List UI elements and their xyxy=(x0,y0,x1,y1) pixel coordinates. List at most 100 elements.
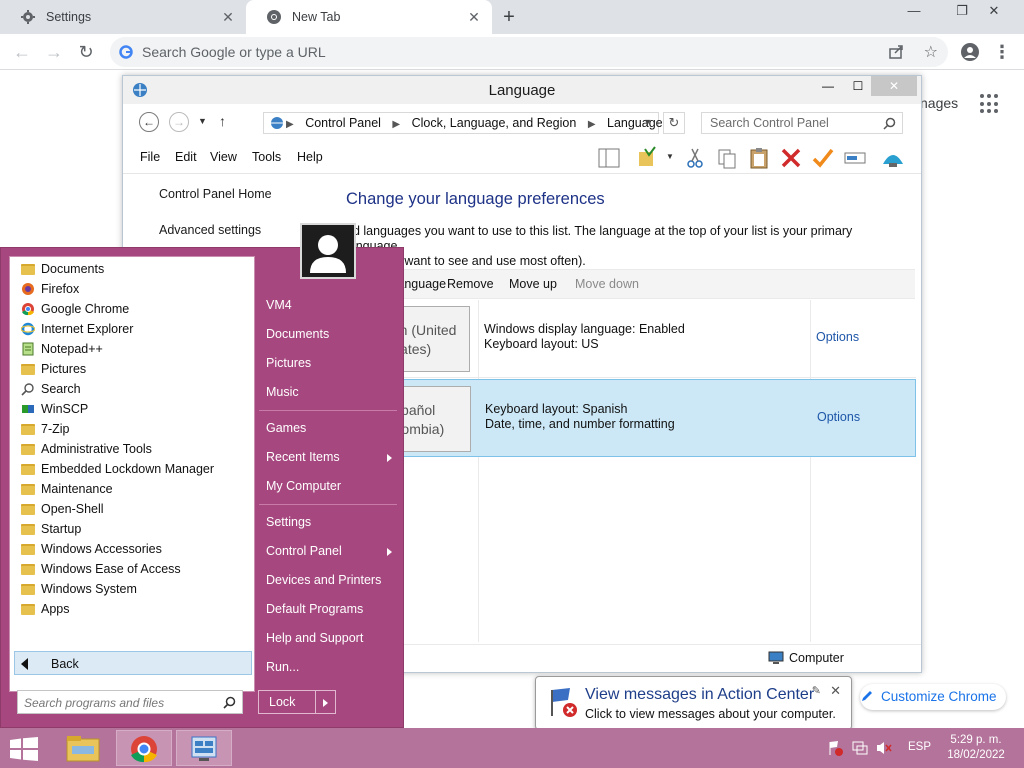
shutdown-options-arrow-icon[interactable] xyxy=(323,699,328,707)
close-tab-icon[interactable]: ✕ xyxy=(466,9,482,25)
program-item[interactable]: Internet Explorer xyxy=(20,319,133,339)
windows-start-icon[interactable] xyxy=(10,737,38,761)
program-item[interactable]: Notepad++ xyxy=(20,339,103,359)
chevron-down-icon[interactable]: ▼ xyxy=(666,152,674,161)
minimize-icon[interactable]: — xyxy=(898,0,930,22)
pin-icon[interactable]: ✎ xyxy=(812,684,821,697)
bookmark-star-icon[interactable]: ☆ xyxy=(924,42,938,62)
tab-settings[interactable]: Settings ✕ xyxy=(0,0,246,34)
menu-edit[interactable]: Edit xyxy=(175,150,197,164)
program-item[interactable]: Open-Shell xyxy=(20,499,104,519)
program-item[interactable]: Windows Accessories xyxy=(20,539,162,559)
action-center-notification[interactable]: View messages in Action Center Click to … xyxy=(535,676,852,730)
cut-icon[interactable] xyxy=(683,146,707,170)
start-item-music[interactable]: Music xyxy=(266,385,299,399)
program-item[interactable]: Apps xyxy=(20,599,70,619)
system-clock[interactable]: 5:29 p. m. 18/02/2022 xyxy=(944,733,1008,763)
tab-new-tab[interactable]: New Tab ✕ xyxy=(246,0,492,34)
program-item[interactable]: Windows Ease of Access xyxy=(20,559,181,579)
taskbar-chrome[interactable] xyxy=(116,730,172,766)
user-avatar[interactable] xyxy=(300,223,356,279)
move-up-button[interactable]: Move up xyxy=(509,277,557,291)
restore-icon[interactable]: ❐ xyxy=(946,0,978,22)
address-bar[interactable]: ▶ Control Panel ▶ Clock, Language, and R… xyxy=(263,112,663,134)
back-button[interactable]: Back xyxy=(14,651,252,675)
rename-icon[interactable] xyxy=(843,146,867,170)
share-icon[interactable] xyxy=(888,44,904,60)
options-link[interactable]: Options xyxy=(816,330,859,344)
reload-icon[interactable]: ↻ xyxy=(74,40,98,64)
taskbar-file-explorer[interactable] xyxy=(56,730,112,766)
close-tab-icon[interactable]: ✕ xyxy=(220,9,236,25)
start-search-input[interactable]: Search programs and files xyxy=(17,690,243,714)
notification-title[interactable]: View messages in Action Center xyxy=(585,686,814,704)
forward-icon[interactable]: → xyxy=(169,112,189,132)
apps-grid-icon[interactable] xyxy=(980,94,1000,114)
minimize-icon[interactable]: — xyxy=(813,76,843,96)
program-item[interactable]: Documents xyxy=(20,259,104,279)
breadcrumb-item[interactable]: Control Panel xyxy=(305,116,381,130)
program-item[interactable]: Embedded Lockdown Manager xyxy=(20,459,214,479)
profile-avatar-icon[interactable] xyxy=(958,40,982,64)
menu-file[interactable]: File xyxy=(140,150,160,164)
language-row-selected[interactable]: Español (Colombia) Keyboard layout: Span… xyxy=(342,379,916,457)
chrome-menu-icon[interactable]: ⋮ xyxy=(990,40,1014,64)
copy-icon[interactable] xyxy=(715,146,739,170)
search-icon[interactable] xyxy=(883,117,896,130)
close-icon[interactable]: ✕ xyxy=(830,683,841,699)
new-tab-shortcut-fragment[interactable]: nages xyxy=(920,95,958,111)
lock-button[interactable]: Lock xyxy=(258,690,336,714)
start-item-devices-printers[interactable]: Devices and Printers xyxy=(266,573,381,587)
remove-button[interactable]: Remove xyxy=(447,277,494,291)
start-item-games[interactable]: Games xyxy=(266,421,306,435)
properties-check-icon[interactable] xyxy=(811,146,835,170)
sidebar-link-home[interactable]: Control Panel Home xyxy=(159,187,272,201)
up-level-icon[interactable]: ↑ xyxy=(219,113,226,129)
omnibox[interactable]: Search Google or type a URL ☆ xyxy=(110,37,948,67)
program-item[interactable]: WinSCP xyxy=(20,399,88,419)
shell-logo-icon[interactable] xyxy=(881,146,905,170)
move-down-button[interactable]: Move down xyxy=(575,277,639,291)
close-window-button[interactable]: ✕ xyxy=(871,76,917,96)
start-item-my-computer[interactable]: My Computer xyxy=(266,479,341,493)
start-item-run[interactable]: Run... xyxy=(266,660,299,674)
paste-icon[interactable] xyxy=(747,146,771,170)
search-control-panel-input[interactable]: Search Control Panel xyxy=(701,112,903,134)
menu-help[interactable]: Help xyxy=(297,150,323,164)
start-item-vm4[interactable]: VM4 xyxy=(266,298,292,312)
back-icon[interactable]: ← xyxy=(10,40,34,64)
start-item-recent-items[interactable]: Recent Items xyxy=(266,450,340,464)
customize-chrome-button[interactable]: Customize Chrome xyxy=(860,684,1006,710)
folder-options-icon[interactable] xyxy=(635,146,659,170)
program-item[interactable]: 7-Zip xyxy=(20,419,69,439)
breadcrumb-item[interactable]: Language xyxy=(607,116,663,130)
chevron-down-icon[interactable]: ▼ xyxy=(643,117,652,127)
start-item-default-programs[interactable]: Default Programs xyxy=(266,602,363,616)
start-item-pictures[interactable]: Pictures xyxy=(266,356,311,370)
forward-icon[interactable]: → xyxy=(42,40,66,64)
sidebar-link-advanced-settings[interactable]: Advanced settings xyxy=(159,223,261,237)
program-item[interactable]: Pictures xyxy=(20,359,86,379)
network-icon[interactable] xyxy=(852,740,868,756)
program-item[interactable]: Windows System xyxy=(20,579,137,599)
new-tab-button[interactable]: + xyxy=(498,6,520,28)
menu-view[interactable]: View xyxy=(210,150,237,164)
language-row[interactable]: English (United States) Windows display … xyxy=(342,300,916,378)
taskbar-control-panel[interactable] xyxy=(176,730,232,766)
start-item-settings[interactable]: Settings xyxy=(266,515,311,529)
delete-icon[interactable] xyxy=(779,146,803,170)
input-language-indicator[interactable]: ESP xyxy=(908,741,931,753)
back-icon[interactable]: ← xyxy=(139,112,159,132)
program-item[interactable]: Administrative Tools xyxy=(20,439,152,459)
program-item[interactable]: Startup xyxy=(20,519,81,539)
start-item-help-support[interactable]: Help and Support xyxy=(266,631,363,645)
refresh-icon[interactable]: ↻ xyxy=(663,112,685,134)
window-titlebar[interactable]: Language — ☐ ✕ xyxy=(123,76,921,104)
close-icon[interactable]: ✕ xyxy=(978,0,1010,22)
search-icon[interactable] xyxy=(223,696,236,709)
recent-locations-icon[interactable]: ▼ xyxy=(198,116,207,126)
program-item[interactable]: Google Chrome xyxy=(20,299,129,319)
layout-pane-icon[interactable] xyxy=(597,146,621,170)
maximize-icon[interactable]: ☐ xyxy=(843,76,873,96)
menu-tools[interactable]: Tools xyxy=(252,150,281,164)
